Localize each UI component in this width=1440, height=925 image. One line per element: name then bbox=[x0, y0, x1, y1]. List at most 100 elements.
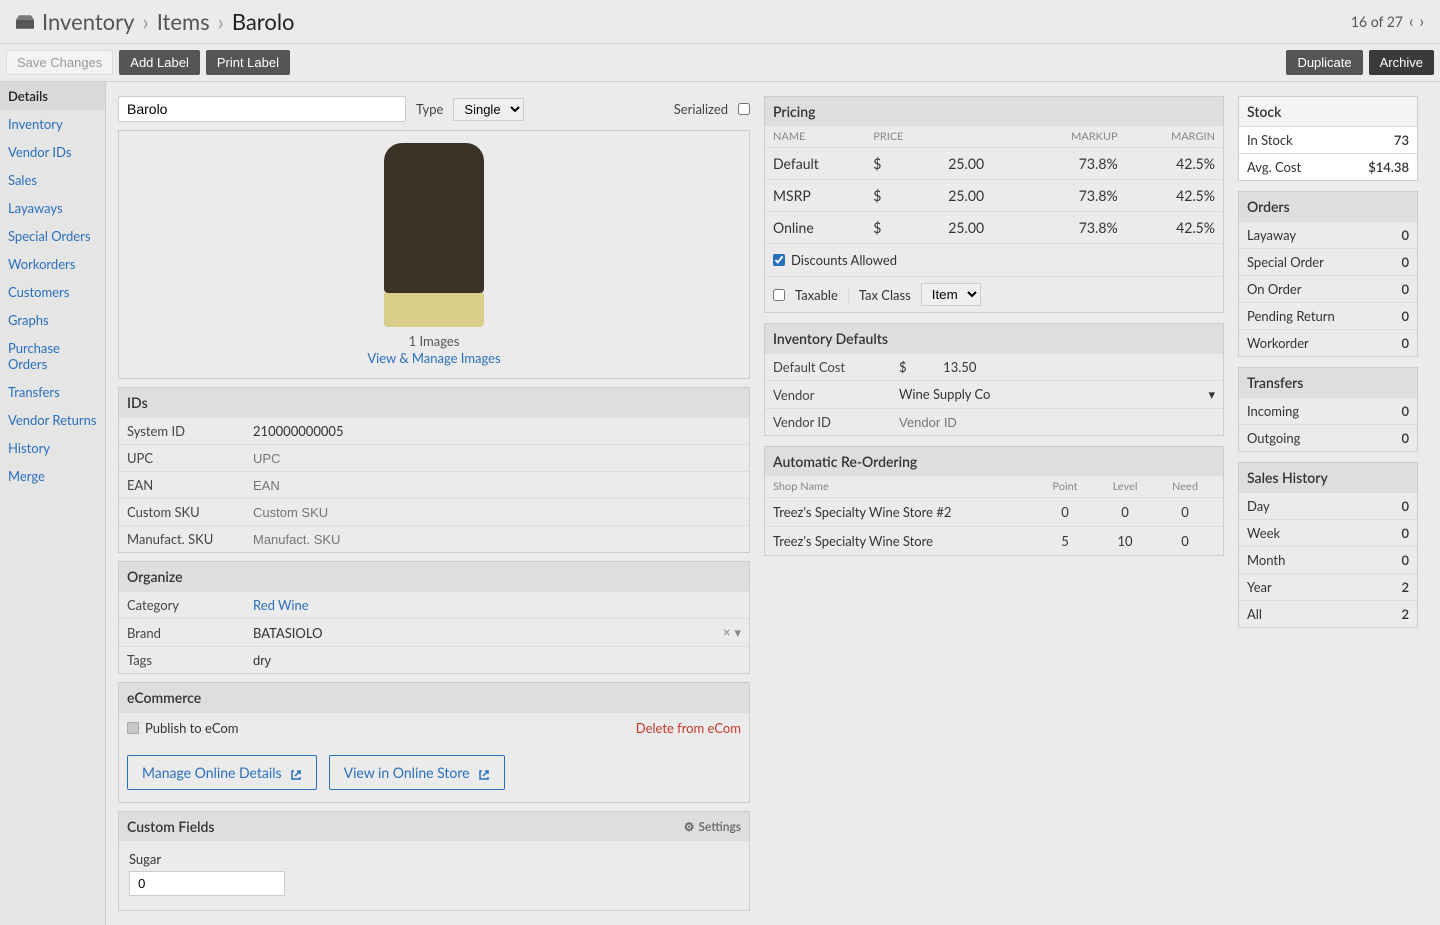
custom-sku-label: Custom SKU bbox=[119, 499, 245, 526]
sidebar-item-inventory[interactable]: Inventory bbox=[0, 110, 105, 138]
taxable-label: Taxable bbox=[795, 287, 838, 303]
next-button[interactable]: › bbox=[1419, 12, 1424, 31]
sidebar-item-vendor-ids[interactable]: Vendor IDs bbox=[0, 138, 105, 166]
sidebar-item-special-orders[interactable]: Special Orders bbox=[0, 222, 105, 250]
vendorid-input[interactable] bbox=[899, 415, 1215, 430]
ean-label: EAN bbox=[119, 472, 245, 499]
sidebar-item-layaways[interactable]: Layaways bbox=[0, 194, 105, 222]
pricing-header: Pricing bbox=[765, 97, 1223, 126]
sugar-input[interactable] bbox=[129, 871, 285, 896]
sidebar-item-vendor-returns[interactable]: Vendor Returns bbox=[0, 406, 105, 434]
price-msrp-input[interactable]: 25.00 bbox=[940, 180, 1024, 212]
type-select[interactable]: Single bbox=[453, 98, 524, 121]
pager: 16 of 27 ‹ › bbox=[1351, 12, 1424, 31]
external-link-icon bbox=[290, 767, 302, 779]
avgcost-value: $14.38 bbox=[1368, 159, 1409, 175]
price-row: MSRP $ 25.00 73.8% 42.5% bbox=[765, 180, 1223, 212]
breadcrumb-items[interactable]: Items bbox=[157, 8, 210, 35]
custom-sku-input[interactable] bbox=[253, 505, 741, 520]
gear-icon: ⚙ bbox=[684, 819, 695, 834]
taxclass-select[interactable]: Item bbox=[921, 283, 981, 306]
system-id-label: System ID bbox=[119, 418, 245, 445]
sidebar-item-purchase-orders[interactable]: Purchase Orders bbox=[0, 334, 105, 378]
sidebar-item-details[interactable]: Details bbox=[0, 82, 105, 110]
duplicate-button[interactable]: Duplicate bbox=[1286, 50, 1362, 75]
serialized-label: Serialized bbox=[674, 101, 728, 117]
vendor-select[interactable]: Wine Supply Co ▾ bbox=[899, 386, 1215, 403]
vendorid-label: Vendor ID bbox=[765, 409, 891, 436]
sidebar-item-workorders[interactable]: Workorders bbox=[0, 250, 105, 278]
taxclass-label: Tax Class bbox=[859, 287, 911, 303]
close-icon[interactable]: × bbox=[723, 624, 731, 640]
reorder-point-input[interactable]: 0 bbox=[1035, 504, 1095, 520]
save-button[interactable]: Save Changes bbox=[6, 50, 113, 75]
sidebar-item-merge[interactable]: Merge bbox=[0, 462, 105, 490]
reorder-level-input[interactable]: 0 bbox=[1095, 504, 1155, 520]
product-image[interactable] bbox=[350, 143, 518, 327]
sidebar-item-sales[interactable]: Sales bbox=[0, 166, 105, 194]
reorder-header: Automatic Re-Ordering bbox=[765, 447, 1223, 476]
item-name-input[interactable] bbox=[118, 96, 406, 122]
publish-label: Publish to eCom bbox=[145, 720, 238, 736]
price-default-input[interactable]: 25.00 bbox=[940, 148, 1024, 180]
caret-down-icon: ▾ bbox=[1208, 386, 1215, 403]
sidebar-item-transfers[interactable]: Transfers bbox=[0, 378, 105, 406]
discounts-checkbox[interactable] bbox=[773, 254, 785, 266]
col-markup: MARKUP bbox=[1024, 126, 1125, 148]
taxable-checkbox[interactable] bbox=[773, 289, 785, 301]
avgcost-label: Avg. Cost bbox=[1247, 159, 1301, 175]
pager-text: 16 of 27 bbox=[1351, 13, 1403, 30]
sales-history-header: Sales History bbox=[1239, 463, 1417, 492]
ean-input[interactable] bbox=[253, 478, 741, 493]
manufact-sku-label: Manufact. SKU bbox=[119, 526, 245, 553]
price-online-input[interactable]: 25.00 bbox=[940, 212, 1024, 244]
sidebar-item-customers[interactable]: Customers bbox=[0, 278, 105, 306]
settings-link[interactable]: ⚙ Settings bbox=[684, 819, 741, 834]
ecom-header: eCommerce bbox=[119, 683, 749, 712]
manufact-sku-input[interactable] bbox=[253, 532, 741, 547]
col-need: Need bbox=[1155, 480, 1215, 493]
category-link[interactable]: Red Wine bbox=[253, 597, 309, 613]
vendor-label: Vendor bbox=[765, 381, 891, 409]
price-row: Online $ 25.00 73.8% 42.5% bbox=[765, 212, 1223, 244]
organize-header: Organize bbox=[119, 562, 749, 591]
upc-input[interactable] bbox=[253, 451, 741, 466]
breadcrumb-inventory[interactable]: Inventory bbox=[42, 8, 134, 35]
breadcrumb: Inventory › Items › Barolo bbox=[42, 8, 295, 35]
print-label-button[interactable]: Print Label bbox=[206, 50, 290, 75]
reorder-level-input[interactable]: 10 bbox=[1095, 533, 1155, 549]
discounts-label: Discounts Allowed bbox=[791, 252, 897, 268]
upc-label: UPC bbox=[119, 445, 245, 472]
chevron-right-icon: › bbox=[142, 8, 148, 35]
custom-fields-header: Custom Fields bbox=[127, 818, 215, 835]
orders-header: Orders bbox=[1239, 192, 1417, 221]
sidebar-item-history[interactable]: History bbox=[0, 434, 105, 462]
reorder-point-input[interactable]: 5 bbox=[1035, 533, 1095, 549]
manage-online-button[interactable]: Manage Online Details bbox=[127, 755, 317, 790]
type-label: Type bbox=[416, 101, 443, 117]
stock-header: Stock bbox=[1239, 97, 1417, 126]
prev-button[interactable]: ‹ bbox=[1409, 12, 1414, 31]
publish-checkbox bbox=[127, 722, 139, 734]
delete-ecom-link[interactable]: Delete from eCom bbox=[636, 720, 741, 736]
sidebar-item-graphs[interactable]: Graphs bbox=[0, 306, 105, 334]
manage-images-link[interactable]: View & Manage Images bbox=[367, 350, 500, 366]
instock-value: 73 bbox=[1394, 132, 1409, 148]
brand-select[interactable]: BATASIOLO ×▾ bbox=[253, 624, 741, 641]
default-cost-input[interactable]: 13.50 bbox=[943, 359, 976, 375]
image-panel: 1 Images View & Manage Images bbox=[118, 130, 750, 379]
sugar-label: Sugar bbox=[129, 851, 739, 867]
default-cost-label: Default Cost bbox=[765, 354, 891, 381]
archive-button[interactable]: Archive bbox=[1369, 50, 1434, 75]
col-price: PRICE bbox=[865, 126, 940, 148]
category-label: Category bbox=[119, 592, 245, 619]
add-label-button[interactable]: Add Label bbox=[119, 50, 200, 75]
view-online-button[interactable]: View in Online Store bbox=[329, 755, 505, 790]
ids-header: IDs bbox=[119, 388, 749, 417]
col-name: NAME bbox=[765, 126, 865, 148]
tags-input[interactable] bbox=[253, 653, 741, 668]
chevron-right-icon: › bbox=[218, 8, 224, 35]
breadcrumb-current: Barolo bbox=[232, 8, 295, 35]
serialized-checkbox[interactable] bbox=[738, 103, 750, 115]
col-shop: Shop Name bbox=[773, 480, 1035, 493]
